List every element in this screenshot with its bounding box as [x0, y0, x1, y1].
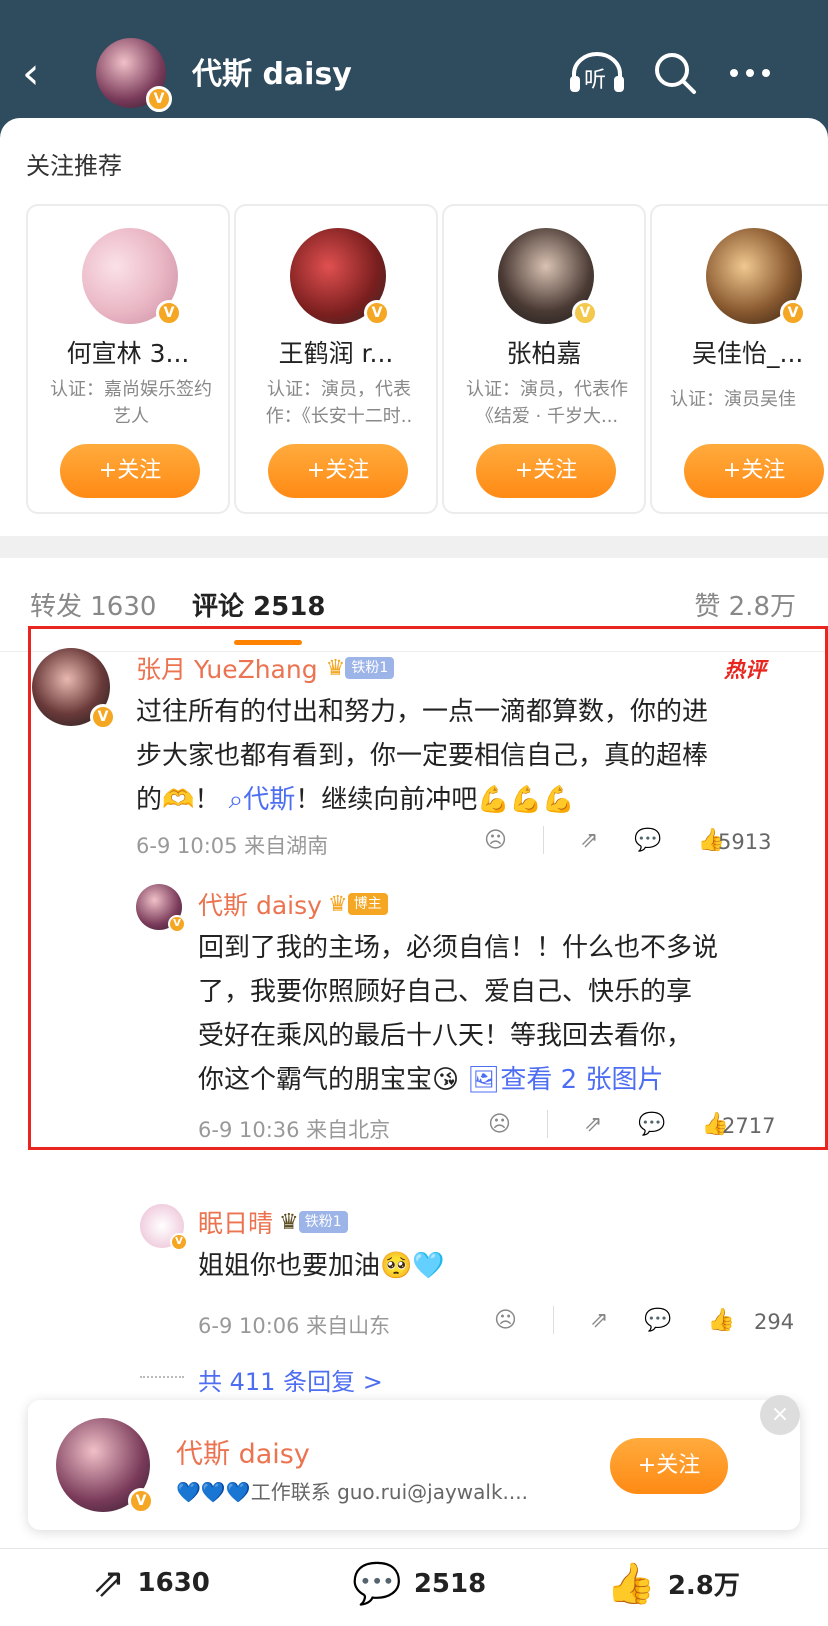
comment-count: 2518 — [413, 1568, 487, 1599]
verified-badge-icon: V — [364, 300, 390, 326]
tab-repost[interactable]: 转发 1630 — [30, 586, 156, 623]
card-desc: 认证：嘉尚娱乐签约艺人 — [50, 379, 212, 427]
like-icon: 👍 — [606, 1561, 656, 1607]
dislike-icon[interactable]: ☹ — [494, 1308, 517, 1333]
card-desc: 认证：演员，代表作《结爱 · 千岁大... — [466, 379, 628, 427]
recommend-card[interactable]: V 何宣林 3... 认证：嘉尚娱乐签约艺人 +关注 — [26, 204, 230, 514]
fan-badge: 铁粉1 — [298, 1211, 348, 1233]
recommend-card[interactable]: V 王鹤润 r... 认证：演员，代表作：《长安十二时.. +关注 — [234, 204, 438, 514]
tab-likes[interactable]: 赞 2.8万 — [694, 586, 796, 623]
like-icon[interactable]: 👍 — [708, 1308, 735, 1333]
card-name: 何宣林 3... — [66, 339, 190, 368]
verified-badge-icon: V — [572, 300, 598, 326]
avatar: V — [706, 228, 806, 326]
verified-badge-icon: V — [780, 300, 806, 326]
follow-button[interactable]: +关注 — [610, 1438, 728, 1494]
repost-button[interactable]: ⇗ 1630 — [92, 1560, 210, 1606]
like-count: 294 — [754, 1310, 795, 1334]
divider — [546, 1110, 548, 1138]
crown-icon: ♛ — [279, 1209, 299, 1235]
reply-icon[interactable]: 💬 — [638, 1112, 665, 1137]
follow-button[interactable]: +关注 — [684, 444, 824, 498]
recommend-card[interactable]: V 张柏嘉 认证：演员，代表作《结爱 · 千岁大... +关注 — [442, 204, 646, 514]
listen-label: 听 — [584, 68, 607, 93]
card-name: 张柏嘉 — [506, 339, 582, 368]
share-icon[interactable]: ⇗ — [590, 1308, 608, 1333]
dislike-icon[interactable]: ☹ — [488, 1112, 511, 1137]
recommend-title: 关注推荐 — [26, 152, 122, 180]
back-arrow-icon[interactable]: ‹ — [22, 52, 62, 100]
card-desc: 认证：演员吴佳 — [670, 389, 796, 410]
highlight-frame — [28, 626, 828, 1150]
verified-badge-icon: V — [146, 86, 172, 112]
reply-actions: ☹ ⇗ 💬 👍 — [494, 1306, 735, 1334]
tab-comments[interactable]: 评论 2518 — [192, 586, 325, 623]
reply-header: 眠日晴 ♛ 铁粉1 — [198, 1204, 348, 1240]
like-button[interactable]: 👍 2.8万 — [606, 1560, 740, 1607]
more-replies-link[interactable]: 共 411 条回复 > — [198, 1362, 383, 1397]
comment-button[interactable]: 💬 2518 — [352, 1560, 486, 1607]
card-name: 吴佳怡_... — [692, 339, 804, 368]
dotted-line — [140, 1376, 184, 1378]
divider — [552, 1306, 554, 1334]
recommend-card[interactable]: V 吴佳怡_... 认证：演员吴佳 +关注 — [650, 204, 828, 514]
verified-badge-icon: V — [156, 300, 182, 326]
avatar: V — [290, 228, 390, 326]
more-icon[interactable] — [726, 50, 774, 96]
search-icon[interactable] — [652, 50, 698, 96]
verified-badge-icon: V — [170, 1233, 188, 1251]
comment-icon: 💬 — [352, 1561, 402, 1607]
avatar: V — [82, 228, 182, 326]
close-icon[interactable]: × — [760, 1395, 800, 1435]
page-title: 代斯 daisy — [192, 57, 352, 92]
follow-button[interactable]: +关注 — [60, 444, 200, 498]
avatar: V — [498, 228, 598, 326]
share-icon[interactable]: ⇗ — [584, 1112, 602, 1137]
follow-button[interactable]: +关注 — [476, 444, 616, 498]
reply-avatar[interactable]: V — [140, 1204, 188, 1251]
repost-count: 1630 — [137, 1568, 210, 1598]
reply-time: 6-9 10:36 来自北京 — [198, 1118, 391, 1142]
follow-card-avatar[interactable]: V — [56, 1418, 154, 1514]
like-count: 2.8万 — [667, 1571, 740, 1601]
reply-time: 6-9 10:06 来自山东 — [198, 1314, 391, 1338]
listen-button[interactable]: 听 — [568, 50, 626, 96]
verified-badge-icon: V — [128, 1488, 154, 1514]
reply-text: 姐姐你也要加油🥺🩵 — [198, 1251, 445, 1281]
card-desc: 认证：演员，代表作：《长安十二时.. — [265, 379, 413, 427]
card-name: 王鹤润 r... — [278, 339, 394, 368]
follow-button[interactable]: +关注 — [268, 444, 408, 498]
reply-actions: ☹ ⇗ 💬 👍 — [488, 1110, 729, 1138]
reply-icon[interactable]: 💬 — [644, 1308, 671, 1333]
follow-card-name[interactable]: 代斯 daisy — [176, 1432, 310, 1471]
section-divider — [0, 536, 828, 558]
author-avatar[interactable]: V — [96, 38, 172, 112]
reply-name[interactable]: 眠日晴 — [198, 1204, 273, 1240]
follow-card-bio: 💙💙💙工作联系 guo.rui@jaywalk.... — [176, 1480, 528, 1504]
like-count: 2717 — [722, 1114, 776, 1138]
repost-icon: ⇗ — [92, 1560, 126, 1606]
